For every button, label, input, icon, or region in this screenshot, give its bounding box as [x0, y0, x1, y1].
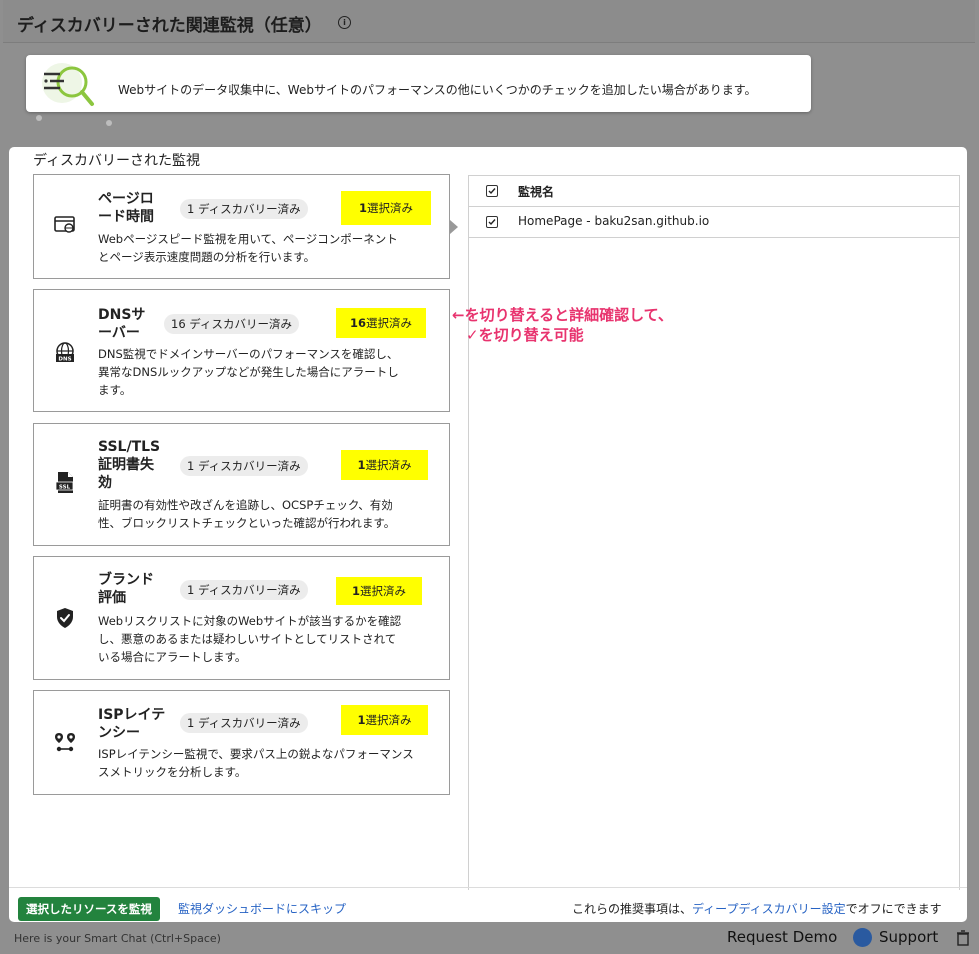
monitor-table: 監視名 HomePage - baku2san.github.io — [468, 175, 960, 890]
page-header: ディスカバリーされた関連監視（任意） i — [3, 0, 975, 43]
discovered-badge: 16 ディスカバリー済み — [164, 314, 299, 334]
column-header-monitor-name[interactable]: 監視名 — [518, 183, 554, 200]
svg-text:SSL: SSL — [59, 485, 71, 491]
card-isp-latency[interactable]: ISPレイテ ンシー 1 ディスカバリー済み 1選択済み ISPレイテンシー監視で… — [33, 690, 450, 795]
search-list-icon — [42, 63, 94, 106]
discovered-badge: 1 ディスカバリー済み — [180, 199, 308, 219]
card-dns-server[interactable]: DNS DNSサ ーバー 16 ディスカバリー済み 16選択済み DNS監視でドメ… — [33, 289, 450, 412]
selected-count-badge[interactable]: 1選択済み — [336, 577, 422, 605]
trash-icon[interactable] — [956, 930, 970, 946]
discovered-badge: 1 ディスカバリー済み — [180, 713, 308, 733]
card-description: ISPレイテンシー監視で、要求パス上の鋭よなパフォーマンス スメトリックを分析しま… — [98, 747, 414, 779]
decor-dot — [36, 115, 42, 121]
bottom-bar: Here is your Smart Chat (Ctrl+Space) Req… — [0, 922, 979, 954]
browser-globe-icon — [54, 216, 75, 233]
request-demo-link[interactable]: Request Demo — [727, 928, 837, 946]
annotation-note: ←を切り替えると詳細確認して、 ✓を切り替え可能 — [452, 305, 673, 345]
select-all-checkbox[interactable] — [486, 185, 498, 197]
card-brand-reputation[interactable]: ブランド 評価 1 ディスカバリー済み 1選択済み Webリスクリストに対象のWe… — [33, 556, 450, 680]
selected-count-badge[interactable]: 1選択済み — [341, 450, 428, 480]
ssl-certificate-icon: SSL — [55, 472, 74, 493]
monitor-selected-button[interactable]: 選択したリソースを監視 — [18, 897, 160, 921]
info-banner: Webサイトのデータ収集中に、Webサイトのパフォーマンスの他にいくつかのチェッ… — [26, 55, 811, 112]
selected-card-pointer — [450, 220, 458, 234]
card-description: 証明書の有効性や改ざんを追跡し、OCSPチェック、有効 性、ブロックリストチェック… — [98, 498, 396, 530]
shield-check-icon — [57, 608, 73, 628]
page-title: ディスカバリーされた関連監視（任意） — [17, 16, 322, 36]
panel-title: ディスカバリーされた監視 — [33, 153, 201, 169]
annotation-line: ✓を切り替え可能 — [466, 326, 584, 344]
monitor-name: HomePage - baku2san.github.io — [518, 214, 710, 228]
card-title: ページロ ード時間 — [98, 191, 154, 225]
discovered-monitors-panel: ディスカバリーされた監視 ページロ ード時間 1 ディスカバリー済み 1選択済み … — [9, 147, 967, 922]
card-title: SSL/TLS 証明書失効 — [98, 439, 161, 491]
annotation-line: ←を切り替えると詳細確認して、 — [452, 306, 673, 324]
card-description: DNS監視でドメインサーバーのパフォーマンスを確認し、 異常なDNSルックアップな… — [98, 347, 399, 397]
svg-text:DNS: DNS — [58, 357, 71, 363]
card-page-load-time[interactable]: ページロ ード時間 1 ディスカバリー済み 1選択済み Webページスピード監視を… — [33, 174, 450, 279]
footer-note: これらの推奨事項は、ディープディスカバリー設定でオフにできます — [572, 900, 942, 917]
info-icon[interactable]: i — [338, 16, 351, 29]
footer-note-suffix: でオフにできます — [845, 902, 942, 916]
banner-text: Webサイトのデータ収集中に、Webサイトのパフォーマンスの他にいくつかのチェッ… — [118, 83, 757, 97]
decor-dot — [106, 120, 112, 126]
support-icon[interactable] — [853, 928, 872, 947]
route-pins-icon — [55, 733, 75, 752]
support-link[interactable]: Support — [879, 928, 938, 946]
selected-count-badge[interactable]: 1選択済み — [341, 705, 428, 735]
table-header-row: 監視名 — [469, 176, 959, 207]
card-description: Webリスクリストに対象のWebサイトが該当するかを確認 し、悪意のあるまたは疑わ… — [98, 614, 402, 664]
discovered-badge: 1 ディスカバリー済み — [180, 456, 308, 476]
card-description: Webページスピード監視を用いて、ページコンポーネント とページ表示速度問題の分析… — [98, 232, 398, 264]
footer-note-prefix: これらの推奨事項は、 — [572, 902, 693, 916]
footer-divider — [9, 887, 967, 888]
discovered-badge: 1 ディスカバリー済み — [180, 580, 308, 600]
card-ssl-tls[interactable]: SSL SSL/TLS 証明書失効 1 ディスカバリー済み 1選択済み 証明書の有… — [33, 423, 450, 546]
smart-chat-hint[interactable]: Here is your Smart Chat (Ctrl+Space) — [14, 932, 221, 945]
card-title: ISPレイテ ンシー — [98, 707, 166, 741]
deep-discovery-settings-link[interactable]: ディープディスカバリー設定 — [692, 902, 846, 916]
card-title: DNSサ ーバー — [98, 307, 146, 341]
row-checkbox[interactable] — [486, 216, 498, 228]
card-title: ブランド 評価 — [98, 572, 154, 606]
selected-count-badge[interactable]: 1選択済み — [341, 191, 431, 225]
skip-to-dashboard-link[interactable]: 監視ダッシュボードにスキップ — [178, 900, 346, 917]
table-row[interactable]: HomePage - baku2san.github.io — [469, 207, 959, 238]
dns-globe-icon: DNS — [56, 342, 74, 363]
selected-count-badge[interactable]: 16選択済み — [336, 308, 426, 338]
